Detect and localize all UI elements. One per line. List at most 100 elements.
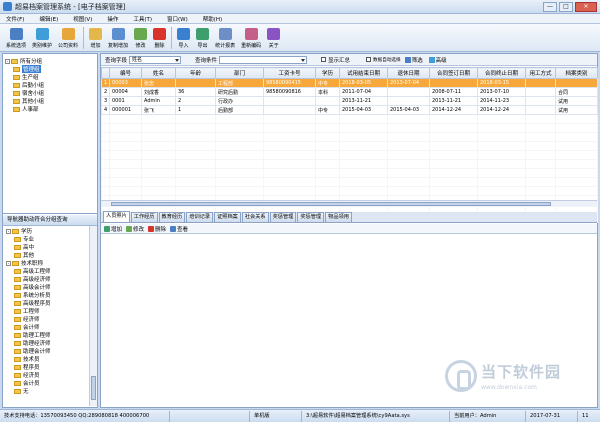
nav-item[interactable]: 高级经济师 <box>5 275 87 283</box>
table-row[interactable]: 4 000001 张飞 1 后勤部 中专 2015-04-03 2015-04-03 2014-… <box>101 105 598 115</box>
show-summary-checkbox[interactable] <box>321 57 327 62</box>
tree-item[interactable]: 人事部 <box>5 105 95 113</box>
menu-file[interactable]: 文件(F) <box>6 15 24 23</box>
table-cell: 行政办 <box>215 96 264 106</box>
nav-item[interactable]: 经济师 <box>5 315 87 323</box>
nav-item[interactable]: 助理会计师 <box>5 347 87 355</box>
close-button[interactable]: ✕ <box>575 2 597 12</box>
column-header[interactable]: 用工方式 <box>525 67 556 79</box>
edit-button[interactable]: 修改 <box>131 25 150 51</box>
query-condition-select[interactable] <box>219 55 308 64</box>
menu-tools[interactable]: 工具(T) <box>133 15 152 23</box>
column-header[interactable]: 档案类别 <box>555 67 598 79</box>
query-field-select[interactable]: 姓名 <box>129 55 182 64</box>
system-options-button[interactable]: 系统选项 <box>3 25 29 51</box>
column-header[interactable] <box>101 67 110 79</box>
category-maintain-button[interactable]: 类别维护 <box>29 25 55 51</box>
detail-edit-button[interactable]: 修改 <box>126 225 144 233</box>
column-header[interactable]: 合同签订日期 <box>429 67 478 79</box>
scroll-thumb[interactable] <box>91 376 96 400</box>
filter-button[interactable]: 筛选 <box>404 56 423 64</box>
nav-item[interactable]: 会计员 <box>5 379 87 387</box>
nav-item[interactable]: - 技术职称 <box>5 259 87 267</box>
tree-item[interactable]: 其他小组 <box>5 97 95 105</box>
tab-4[interactable]: 证照档案 <box>214 212 241 222</box>
nav-item[interactable]: - 学历 <box>5 227 87 235</box>
tree-item[interactable]: 后勤小组 <box>5 81 95 89</box>
nav-item[interactable]: 工程师 <box>5 307 87 315</box>
tab-7[interactable]: 奖惩管理 <box>297 212 325 222</box>
report-button[interactable]: 统计报表 <box>212 25 238 51</box>
tab-2[interactable]: 教育经历 <box>158 212 186 222</box>
column-header[interactable]: 编号 <box>109 67 142 79</box>
nav-item[interactable]: 助理经济师 <box>5 339 87 347</box>
column-header[interactable]: 工资卡号 <box>263 67 316 79</box>
navigator-scrollbar[interactable] <box>89 226 97 406</box>
export-button[interactable]: 导出 <box>193 25 212 51</box>
nav-item[interactable]: 程序员 <box>5 363 87 371</box>
table-cell: 2008-07-11 <box>429 87 478 97</box>
column-header[interactable]: 合同终止日期 <box>477 67 526 79</box>
tab-6[interactable]: 奖惩管理 <box>269 212 297 222</box>
tree-item[interactable]: 宿舍小组 <box>5 89 95 97</box>
company-info-button[interactable]: 公司资料 <box>55 25 81 51</box>
collapse-icon[interactable]: - <box>6 260 11 266</box>
tab-3[interactable]: 培训记录 <box>186 212 214 222</box>
column-header[interactable]: 学历 <box>315 67 340 79</box>
nav-item[interactable]: 高级工程师 <box>5 267 87 275</box>
collapse-icon[interactable]: - <box>5 58 10 64</box>
nav-item[interactable]: 会计师 <box>5 323 87 331</box>
table-cell: 98580090816 <box>263 87 316 97</box>
detail-view-button[interactable]: 查看 <box>170 225 188 233</box>
nav-item[interactable]: 高中 <box>5 243 87 251</box>
menu-help[interactable]: 帮助(H) <box>203 15 222 23</box>
nav-item[interactable]: 经济员 <box>5 371 87 379</box>
table-row[interactable]: 2 00004 刘成香 36 研究后勤 98580090816 本科 2011-07-04 20… <box>101 87 598 97</box>
recode-button[interactable]: 重新编码 <box>238 25 264 51</box>
nav-item[interactable]: 助理工程师 <box>5 331 87 339</box>
table-row[interactable]: 1 00003 张忠 工程部 98580090415 中专 2018-03-05 2013-0… <box>101 78 598 88</box>
table-cell: 00003 <box>109 78 142 88</box>
tree-root[interactable]: - 所有分组 <box>5 57 95 65</box>
grid-horizontal-scrollbar[interactable] <box>101 200 597 207</box>
maximize-button[interactable]: □ <box>559 2 573 12</box>
delete-button[interactable]: 删除 <box>150 25 169 51</box>
about-button[interactable]: 关于 <box>264 25 283 51</box>
folder-icon <box>13 66 20 72</box>
tree-item[interactable]: 生产组 <box>5 73 95 81</box>
table-row[interactable]: 3 0001 Admin 2 行政办 2013-11-21 2013-11-21 2014-1… <box>101 96 598 106</box>
nav-item[interactable]: 技术员 <box>5 355 87 363</box>
tab-0[interactable]: 人员照片 <box>103 211 130 222</box>
nav-item[interactable]: 系统分析员 <box>5 291 87 299</box>
tab-5[interactable]: 社会关系 <box>241 212 269 222</box>
advanced-button[interactable]: 高级 <box>428 56 447 64</box>
tab-1[interactable]: 工作经历 <box>130 212 158 222</box>
column-header[interactable]: 姓名 <box>141 67 176 79</box>
column-header[interactable]: 退休日期 <box>387 67 430 79</box>
nav-item[interactable]: 无 <box>5 387 87 395</box>
detail-add-button[interactable]: 增加 <box>104 225 122 233</box>
import-button[interactable]: 导入 <box>174 25 193 51</box>
auto-select-checkbox[interactable] <box>366 57 372 62</box>
minimize-button[interactable]: — <box>543 2 557 12</box>
tree-item[interactable]: 管理组 <box>5 65 95 73</box>
table-cell: 研究后勤 <box>215 87 264 97</box>
collapse-icon[interactable]: - <box>6 228 11 234</box>
column-header[interactable]: 部门 <box>215 67 264 79</box>
menu-window[interactable]: 窗口(W) <box>167 15 188 23</box>
nav-item[interactable]: 高级会计师 <box>5 283 87 291</box>
copy-add-button[interactable]: 复制增加 <box>105 25 131 51</box>
menu-view[interactable]: 视图(V) <box>73 15 92 23</box>
column-header[interactable]: 年龄 <box>175 67 216 79</box>
nav-item[interactable]: 专业 <box>5 235 87 243</box>
nav-item[interactable]: 高级程序员 <box>5 299 87 307</box>
menu-edit[interactable]: 编辑(E) <box>39 15 58 23</box>
tab-8[interactable]: 物品领用 <box>325 212 352 222</box>
detail-delete-button[interactable]: 删除 <box>148 225 166 233</box>
add-button[interactable]: 增加 <box>86 25 105 51</box>
scroll-thumb[interactable] <box>111 202 551 206</box>
table-cell <box>263 96 316 106</box>
menu-operate[interactable]: 操作 <box>107 15 118 23</box>
nav-item[interactable]: 其他 <box>5 251 87 259</box>
column-header[interactable]: 试用结束日期 <box>339 67 388 79</box>
